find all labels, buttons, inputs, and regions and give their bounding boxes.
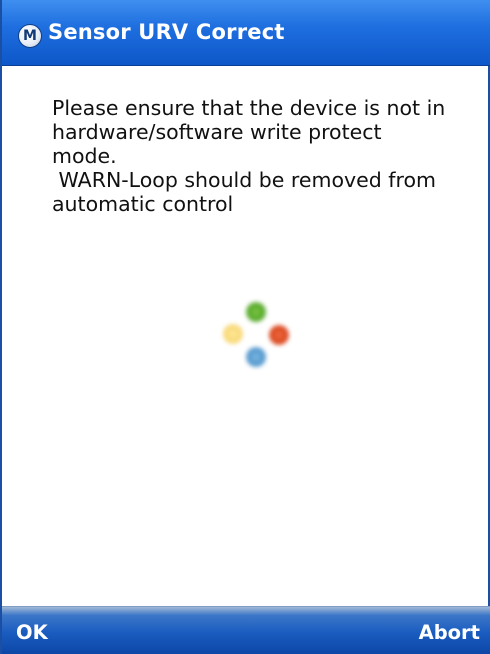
spinner-dot-green <box>246 302 266 322</box>
dialog-window: M Sensor URV Correct Please ensure that … <box>0 0 490 654</box>
warning-message: Please ensure that the device is not in … <box>52 96 446 216</box>
softkey-bar: OK Abort <box>2 606 490 654</box>
spinner-dot-red <box>269 325 289 345</box>
busy-spinner-icon <box>216 300 296 380</box>
spinner-dot-yellow <box>223 324 243 344</box>
abort-softkey[interactable]: Abort <box>419 621 480 645</box>
window-title: Sensor URV Correct <box>48 20 285 44</box>
spinner-dot-blue <box>246 347 266 367</box>
app-logo-icon: M <box>18 24 42 48</box>
title-bar: M Sensor URV Correct <box>2 0 490 66</box>
ok-softkey[interactable]: OK <box>16 621 48 645</box>
